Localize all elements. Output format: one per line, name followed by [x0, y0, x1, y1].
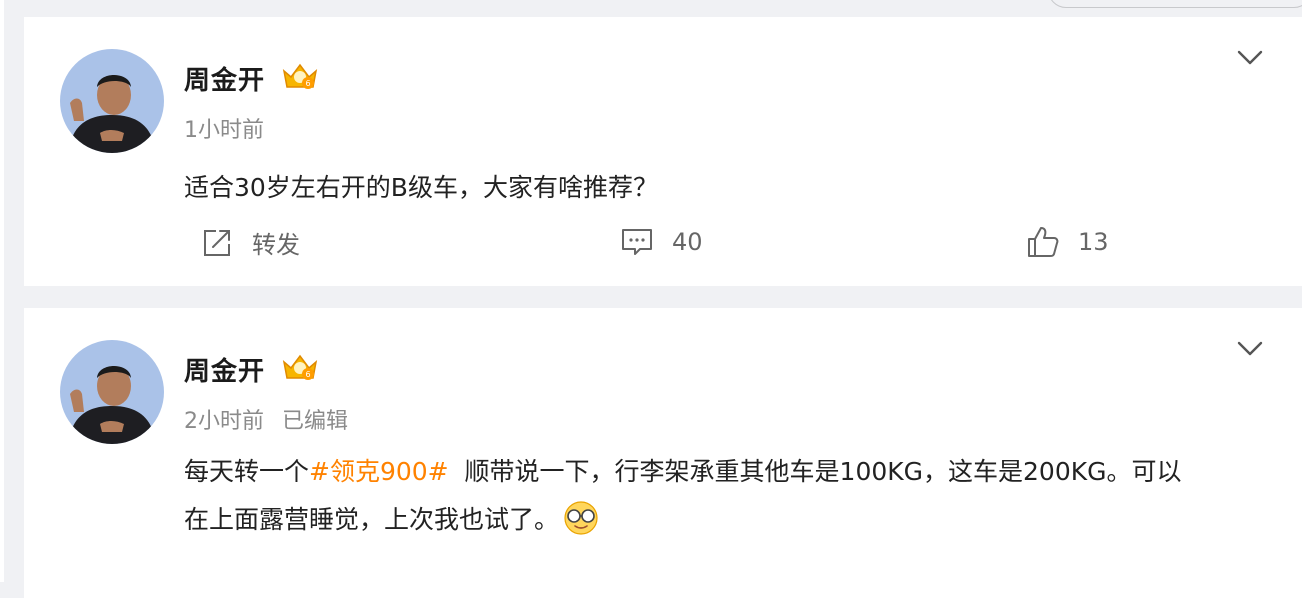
left-edge	[0, 0, 4, 582]
post-time[interactable]: 2小时前	[184, 409, 264, 434]
comment-button[interactable]: 40	[620, 225, 703, 259]
like-count: 13	[1078, 228, 1109, 256]
repost-icon	[200, 226, 234, 260]
chevron-down-icon[interactable]	[1236, 336, 1264, 360]
post-time[interactable]: 1小时前	[184, 118, 264, 143]
repost-button[interactable]: 转发	[200, 225, 300, 260]
svg-text:6: 6	[305, 370, 310, 379]
chevron-down-icon[interactable]	[1236, 45, 1264, 69]
like-button[interactable]: 13	[1026, 225, 1109, 259]
like-icon	[1026, 225, 1060, 259]
gold-vip-badge-icon[interactable]: 6	[281, 61, 319, 93]
comment-icon	[620, 225, 654, 259]
avatar[interactable]	[60, 49, 164, 153]
edited-label[interactable]: 已编辑	[282, 409, 348, 434]
username[interactable]: 周金开	[184, 351, 265, 388]
avatar[interactable]	[60, 340, 164, 444]
post-content: 每天转一个#领克900# 顺带说一下，行李架承重其他车是100KG，这车是200…	[184, 448, 1194, 544]
post-meta: 1小时前	[184, 112, 264, 144]
post-meta: 2小时前 已编辑	[184, 403, 348, 435]
gold-vip-badge-icon[interactable]: 6	[281, 352, 319, 384]
smiling-glasses-emoji-icon	[563, 500, 599, 536]
post-card: 周金开 6 2小时前 已编辑 每天转一个#领克900# 顺带说一下，行李架承重其他…	[24, 308, 1302, 598]
svg-text:6: 6	[305, 79, 310, 88]
top-search-pill[interactable]	[1048, 0, 1302, 8]
post-actions: 转发 40 13	[24, 225, 1302, 273]
topic-link[interactable]: #领克900#	[309, 457, 449, 486]
content-text: 每天转一个	[184, 457, 310, 486]
username[interactable]: 周金开	[184, 60, 265, 97]
repost-label: 转发	[252, 231, 300, 259]
post-content: 适合30岁左右开的B级车，大家有啥推荐？	[184, 173, 658, 202]
comment-count: 40	[672, 228, 703, 256]
post-card: 周金开 6 1小时前 适合30岁左右开的B级车，大家有啥推荐？ 转发 40 13	[24, 17, 1302, 286]
